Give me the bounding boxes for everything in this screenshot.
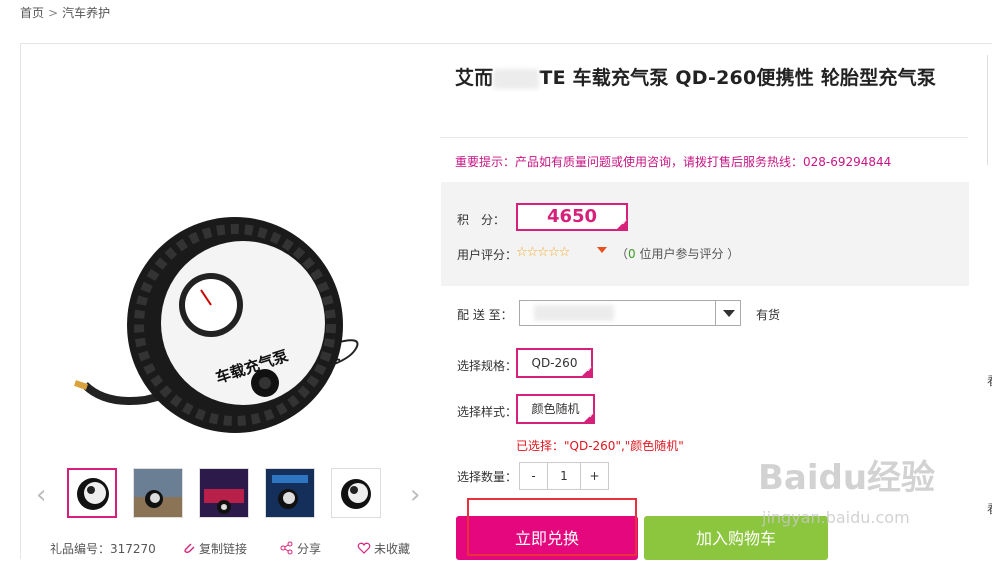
style-option-random-color[interactable]: 颜色随机: [516, 394, 595, 424]
favorite-label: 未收藏: [374, 542, 411, 556]
rating-stars[interactable]: ☆☆☆☆☆: [516, 245, 570, 260]
thumbnail-2[interactable]: [133, 468, 183, 518]
title-blurred-region: [493, 68, 540, 89]
style-option-label: 颜色随机: [531, 402, 580, 416]
check-corner-icon: [616, 218, 628, 230]
paperclip-icon: [182, 541, 196, 558]
product-title: 艾而 TE 车载充气泵 QD-260便携性 轮胎型充气泵: [455, 63, 936, 90]
quantity-increase-button[interactable]: +: [580, 462, 609, 490]
gift-number: 礼品编号：317270: [50, 542, 156, 556]
quantity-input[interactable]: 1: [547, 462, 581, 490]
shipping-region-select[interactable]: [519, 300, 741, 326]
copy-link-button[interactable]: 复制链接: [182, 540, 247, 558]
quantity-label: 选择数量：: [457, 470, 518, 484]
right-rail-text: 看: [987, 500, 992, 517]
baidu-watermark: Baidu经验 jingyan.baidu.com: [758, 450, 936, 527]
rating-count-prefix: （: [616, 247, 629, 261]
selected-summary: 已选择："QD-260","颜色随机": [516, 439, 684, 453]
rating-label: 用户评分：: [457, 248, 518, 262]
heart-icon: [357, 541, 371, 558]
rating-count-suffix: 位用户参与评分 ）: [635, 247, 740, 261]
spec-label: 选择规格：: [457, 359, 518, 373]
style-label: 选择样式：: [457, 405, 518, 419]
product-title-main: TE 车载充气泵 QD-260便携性 轮胎型充气泵: [539, 67, 937, 89]
check-corner-icon: [581, 365, 593, 377]
thumbnail-5[interactable]: [331, 468, 381, 518]
breadcrumb: 首页 > 汽车养护: [20, 4, 110, 21]
thumbnail-3[interactable]: [199, 468, 249, 518]
stock-status: 有货: [756, 308, 781, 322]
copy-link-label: 复制链接: [199, 542, 248, 556]
thumbnail-prev-button[interactable]: ‹: [36, 482, 46, 508]
rating-count: （0 位用户参与评分 ）: [616, 245, 739, 262]
share-label: 分享: [297, 542, 322, 556]
thumbnail-next-button[interactable]: ›: [410, 482, 420, 508]
share-button[interactable]: 分享: [280, 540, 321, 558]
right-rail-divider: [987, 55, 992, 165]
check-corner-icon: [583, 411, 595, 423]
points-number: 4650: [546, 206, 598, 227]
rating-dropdown-icon[interactable]: [597, 247, 607, 253]
product-main-image[interactable]: 车载充气泵: [65, 215, 375, 435]
spec-option-label: QD-260: [531, 356, 578, 370]
shipping-region-blurred: [534, 305, 614, 321]
breadcrumb-current-link[interactable]: 汽车养护: [62, 6, 110, 20]
shipping-label: 配 送 至：: [457, 308, 513, 322]
favorite-button[interactable]: 未收藏: [357, 540, 410, 558]
share-icon: [280, 541, 294, 558]
title-divider: [440, 137, 968, 138]
breadcrumb-separator: >: [48, 6, 59, 20]
price-panel: [441, 182, 969, 286]
thumbnail-4[interactable]: [265, 468, 315, 518]
thumbnail-1[interactable]: [67, 468, 117, 518]
rating-count-number: 0: [628, 247, 636, 261]
redeem-now-button[interactable]: 立即兑换: [456, 516, 638, 560]
service-notice: 重要提示：产品如有质量问题或使用咨询，请拨打售后服务热线：028-6929484…: [455, 155, 892, 169]
right-rail-text: 看: [987, 372, 992, 389]
watermark-brand: Baidu经验: [758, 458, 936, 498]
product-title-prefix: 艾而: [455, 67, 494, 89]
breadcrumb-home-link[interactable]: 首页: [20, 6, 44, 20]
points-value: 4650: [516, 203, 628, 231]
quantity-decrease-button[interactable]: -: [519, 462, 548, 490]
spec-option-qd260[interactable]: QD-260: [516, 348, 593, 378]
chevron-down-icon[interactable]: [715, 301, 740, 325]
watermark-site: jingyan.baidu.com: [762, 508, 910, 527]
points-label: 积 分：: [457, 213, 506, 227]
